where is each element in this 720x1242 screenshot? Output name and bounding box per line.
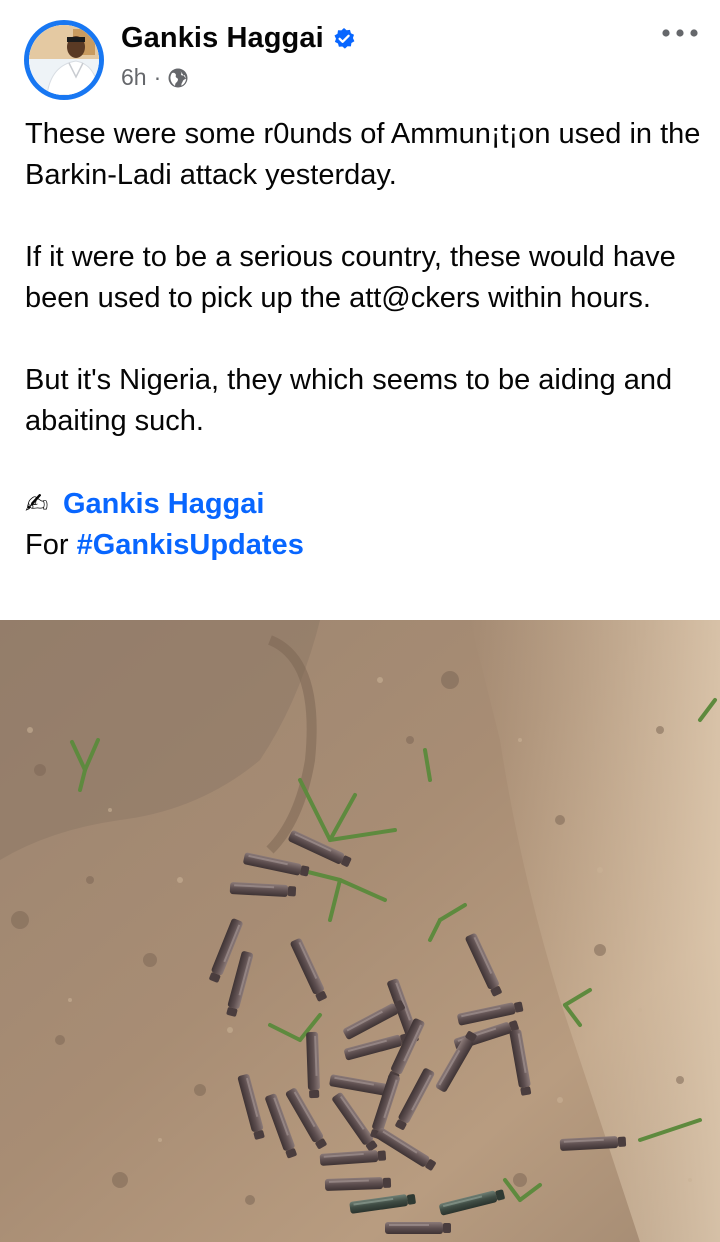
for-label: For (25, 529, 69, 561)
meta-separator: · (153, 64, 162, 90)
writing-hand-icon: ✍ (25, 488, 49, 519)
author-mention-link[interactable]: Gankis Haggai (63, 488, 264, 520)
post-text: These were some r0unds of Ammun¡t¡on use… (25, 114, 705, 566)
post-meta: 6h · (121, 64, 189, 91)
author-name-row: Gankis Haggai (121, 22, 356, 55)
post-photo[interactable] (0, 620, 720, 1242)
verified-badge-icon (332, 27, 356, 51)
signature-line: ✍ Gankis Haggai (25, 483, 705, 525)
facebook-post: Gankis Haggai 6h · These were some r0und… (0, 0, 720, 1242)
avatar-photo (29, 25, 99, 95)
globe-icon[interactable] (167, 67, 189, 89)
post-paragraph: But it's Nigeria, they which seems to be… (25, 364, 681, 437)
post-time[interactable]: 6h (121, 64, 147, 91)
post-paragraph: These were some r0unds of Ammun¡t¡on use… (25, 118, 709, 191)
more-options-icon[interactable] (660, 22, 700, 44)
hashtag-link[interactable]: #GankisUpdates (77, 529, 304, 561)
author-avatar[interactable] (24, 20, 104, 100)
author-name[interactable]: Gankis Haggai (121, 22, 324, 55)
hashtag-line: For #GankisUpdates (25, 525, 705, 566)
post-header: Gankis Haggai 6h · (0, 0, 720, 110)
post-paragraph: If it were to be a serious country, thes… (25, 241, 684, 314)
